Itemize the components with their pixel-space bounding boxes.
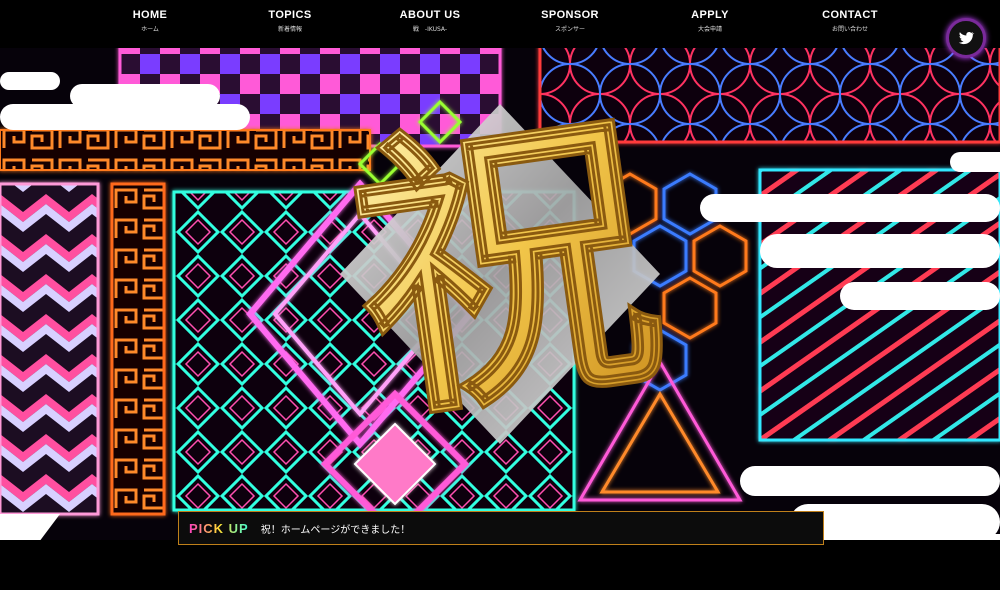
nav-item-label: TOPICS (268, 9, 312, 21)
twitter-icon (958, 31, 975, 45)
nav-item-sublabel: 大会申請 (697, 26, 722, 33)
nav-item-label: HOME (132, 9, 168, 21)
nav-item-sublabel: 新着情報 (277, 26, 302, 33)
nav-item-label: SPONSOR (541, 9, 599, 21)
top-navigation: HOME ホーム TOPICS 新着情報 ABOUT US 戦 -IKUSA- … (0, 0, 1000, 48)
hero-artwork: 祝 (0, 34, 1000, 554)
nav-item-home[interactable]: HOME ホーム (80, 0, 220, 48)
nav-item-contact[interactable]: CONTACT お問い合わせ (780, 0, 920, 48)
nav-item-label: CONTACT (822, 9, 878, 21)
nav-item-about-us[interactable]: ABOUT US 戦 -IKUSA- (360, 0, 500, 48)
nav-item-label: ABOUT US (399, 9, 461, 21)
hero-glyph: 祝 (333, 71, 679, 462)
nav-item-sublabel: ホーム (141, 26, 159, 33)
nav-item-sublabel: 戦 -IKUSA- (412, 26, 448, 33)
twitter-button[interactable] (946, 18, 986, 58)
nav-item-topics[interactable]: TOPICS 新着情報 (220, 0, 360, 48)
nav-item-label: APPLY (691, 9, 729, 21)
bottom-bar (0, 540, 1000, 590)
pickup-news-link[interactable]: 祝！ホームページができました！ (261, 521, 411, 536)
hero-banner: 祝 (0, 34, 1000, 554)
pickup-ticker[interactable]: PICK UP 祝！ホームページができました！ (178, 511, 824, 545)
nav-item-sponsor[interactable]: SPONSOR スポンサー (500, 0, 640, 48)
nav-list: HOME ホーム TOPICS 新着情報 ABOUT US 戦 -IKUSA- … (0, 0, 1000, 48)
nav-item-sublabel: スポンサー (554, 26, 585, 33)
nav-item-apply[interactable]: APPLY 大会申請 (640, 0, 780, 48)
pickup-label: PICK UP (189, 520, 249, 536)
nav-item-sublabel: お問い合わせ (831, 26, 868, 33)
